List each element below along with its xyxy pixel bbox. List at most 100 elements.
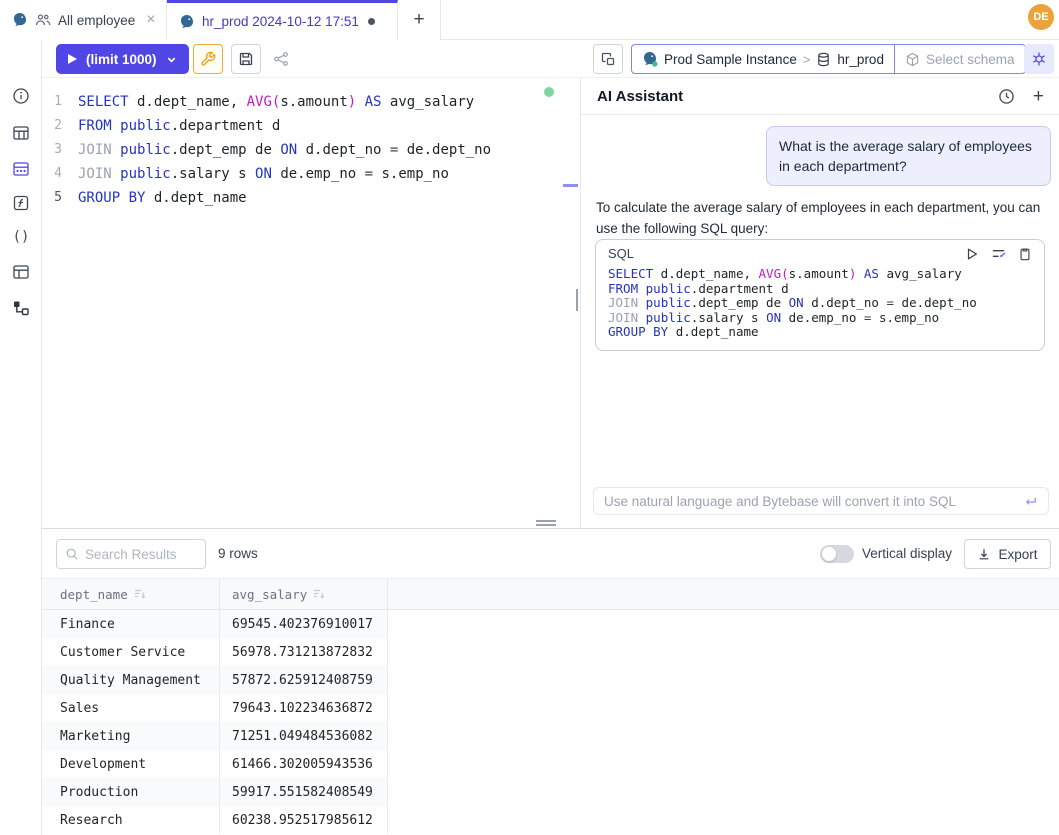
cell-dept-name: Development [42,750,220,778]
column-label: dept_name [60,587,128,602]
search-results-box[interactable] [56,539,206,569]
table-body: Finance69545.402376910017Customer Servic… [42,610,1059,834]
database-icon [816,52,831,67]
schema-diagram-icon[interactable] [12,160,30,178]
code-line: JOIN public.salary s ON de.emp_no = s.em… [608,311,1032,326]
share-button[interactable] [266,44,296,74]
postgres-icon [179,14,195,30]
share-icon [273,51,289,67]
table-row[interactable]: Finance69545.402376910017 [42,610,1059,638]
avatar[interactable]: DE [1028,4,1054,30]
table-row[interactable]: Research60238.952517985612 [42,806,1059,834]
save-icon [238,51,254,67]
history-clock-icon[interactable] [998,88,1015,105]
code-language-label: SQL [608,246,634,261]
cell-dept-name: Marketing [42,722,220,750]
cell-avg-salary: 60238.952517985612 [220,806,388,834]
ai-toggle-button[interactable] [1024,44,1054,74]
run-query-button[interactable]: (limit 1000) [56,44,189,74]
export-label: Export [998,547,1037,562]
overlapping-squares-icon [600,51,616,67]
column-label: avg_salary [232,587,307,602]
function-icon[interactable] [12,194,30,212]
tab-label: All employee [58,13,135,28]
table-row[interactable]: Development61466.302005943536 [42,750,1059,778]
line-number: 1 [42,90,78,114]
chevron-down-icon[interactable] [166,54,177,65]
vertical-display-label: Vertical display [862,546,952,561]
code-line: GROUP BY d.dept_name [608,325,1032,340]
ai-panel-header: AI Assistant + [581,78,1059,115]
table-row[interactable]: Sales79643.102234636872 [42,694,1059,722]
ai-assistant-panel: AI Assistant + What is the average salar… [580,78,1059,528]
instance-database-selector[interactable]: Prod Sample Instance > hr_prod [632,45,894,73]
ai-code-lines: SELECT d.dept_name, AVG(s.amount) AS avg… [596,263,1044,350]
close-icon[interactable]: × [146,12,155,28]
row-count-label: 9 rows [218,546,258,561]
new-tab-button[interactable]: + [398,0,441,40]
ai-answer-text: To calculate the average salary of emplo… [596,198,1048,239]
column-header-avg-salary[interactable]: avg_salary [220,579,388,609]
panel-resize-handle-horizontal[interactable] [536,524,556,526]
cell-avg-salary: 56978.731213872832 [220,638,388,666]
schema-placeholder: Select schema [926,52,1015,67]
postgres-status-icon [642,51,658,67]
ai-code-block: SQL SELECT d.dept_name, AVG(s.amount) AS… [595,239,1045,351]
batch-mode-button[interactable] [593,44,623,74]
vertical-display-toggle[interactable] [820,545,854,563]
sort-icon[interactable] [313,588,325,600]
tab-hr-prod-active[interactable]: hr_prod 2024-10-12 17:51 [167,0,398,40]
panel-resize-handle-vertical[interactable] [576,289,578,311]
column-header-dept-name[interactable]: dept_name [42,579,220,609]
table-row[interactable]: Customer Service56978.731213872832 [42,638,1059,666]
insert-into-editor-icon[interactable] [991,246,1006,261]
cell-dept-name: Finance [42,610,220,638]
ai-prompt-inputbox[interactable] [593,487,1049,515]
cell-avg-salary: 59917.551582408549 [220,778,388,806]
info-icon[interactable] [12,87,30,105]
cell-dept-name: Customer Service [42,638,220,666]
table-row[interactable]: Marketing71251.049484536082 [42,722,1059,750]
enter-return-icon[interactable] [1023,494,1038,509]
export-button[interactable]: Export [964,539,1051,569]
search-results-input[interactable] [85,547,197,562]
cell-avg-salary: 79643.102234636872 [220,694,388,722]
sort-icon[interactable] [134,588,146,600]
postgres-icon [12,12,28,28]
new-chat-plus-icon[interactable]: + [1033,87,1044,106]
code-line: 4JOIN public.salary s ON de.emp_no = s.e… [42,162,580,186]
workflow-icon[interactable] [12,299,30,317]
save-sheet-button[interactable] [231,44,261,74]
code-line: JOIN public.dept_emp de ON d.dept_no = d… [608,296,1032,311]
table-row[interactable]: Quality Management57872.625912408759 [42,666,1059,694]
tab-bar: All employee × hr_prod 2024-10-12 17:51 … [0,0,1059,40]
cell-avg-salary: 69545.402376910017 [220,610,388,638]
wrench-icon [200,51,216,67]
code-line: 3JOIN public.dept_emp de ON d.dept_no = … [42,138,580,162]
unsaved-dot-icon [368,18,375,25]
editor-code[interactable]: 1SELECT d.dept_name, AVG(s.amount) AS av… [42,90,580,210]
results-panel: 9 rows Vertical display Export dept_name… [42,528,1059,835]
parentheses-icon[interactable]: () [12,229,30,247]
tab-all-employee[interactable]: All employee × [0,0,167,40]
code-line: SELECT d.dept_name, AVG(s.amount) AS avg… [608,267,1032,282]
table-icon[interactable] [12,124,30,142]
panel-resize-handle-horizontal[interactable] [536,520,556,522]
code-line: 2FROM public.department d [42,114,580,138]
run-code-icon[interactable] [965,247,979,261]
ai-prompt-input[interactable] [604,494,1023,509]
sql-editor[interactable]: 1SELECT d.dept_name, AVG(s.amount) AS av… [42,78,580,528]
sheets-icon[interactable] [12,263,30,281]
table-row[interactable]: Production59917.551582408549 [42,778,1059,806]
sql-editor-window: All employee × hr_prod 2024-10-12 17:51 … [0,0,1059,835]
status-dot-icon [544,87,554,97]
schema-selector[interactable]: Select schema [894,45,1025,73]
copy-icon[interactable] [1018,247,1032,261]
instance-name: Prod Sample Instance [664,52,797,67]
tab-label: hr_prod 2024-10-12 17:51 [202,14,359,29]
cell-avg-salary: 61466.302005943536 [220,750,388,778]
code-line: 5GROUP BY d.dept_name [42,186,580,210]
toggle-knob [822,547,836,561]
format-sql-button[interactable] [193,44,223,74]
line-number: 3 [42,138,78,162]
